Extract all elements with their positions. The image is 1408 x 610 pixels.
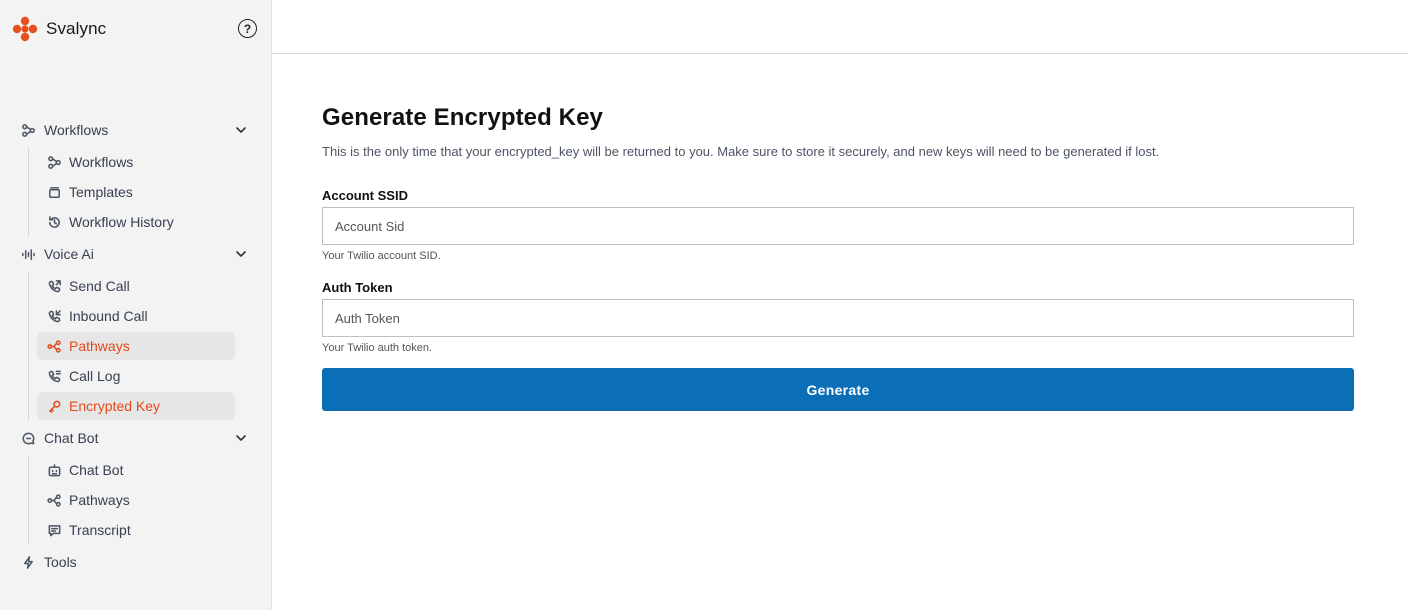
audio-wave-icon [20, 246, 36, 262]
phone-outgoing-icon [46, 278, 62, 294]
account-ssid-hint: Your Twilio account SID. [322, 250, 441, 262]
nav-group-chat-bot[interactable]: Chat Bot [0, 422, 271, 454]
phone-incoming-icon [46, 308, 62, 324]
nav-group-items-voice-ai: Send Call Inbound Call Pathways Call Log… [28, 272, 271, 420]
tools-icon [20, 554, 36, 570]
nav-group-label: Workflows [44, 122, 109, 138]
workflow-icon [46, 154, 62, 170]
nav-group-items-workflows: Workflows Templates Workflow History [28, 148, 271, 236]
pathways-icon [46, 338, 62, 354]
brand-name: Svalync [46, 19, 107, 38]
sidebar-item-send-call[interactable]: Send Call [37, 272, 235, 300]
sidebar-item-label: Call Log [69, 368, 121, 384]
phone-log-icon [46, 368, 62, 384]
sidebar-item-pathways[interactable]: Pathways [37, 332, 235, 360]
nav-group-label: Chat Bot [44, 430, 99, 446]
bot-icon [46, 462, 62, 478]
sidebar-item-label: Transcript [69, 522, 131, 538]
key-icon [46, 398, 62, 414]
page-description: This is the only time that your encrypte… [322, 144, 1160, 159]
sidebar-item-label: Send Call [69, 278, 130, 294]
sidebar-item-label: Inbound Call [69, 308, 148, 324]
sidebar-item-label: Workflow History [69, 214, 174, 230]
auth-token-input[interactable] [322, 299, 1354, 337]
sidebar-item-label: Templates [69, 184, 133, 200]
pathways-icon [46, 492, 62, 508]
account-ssid-label: Account SSID [322, 188, 408, 203]
sidebar: Svalync ? Workflows Workflows Templates … [0, 0, 272, 610]
app-root: Svalync ? Workflows Workflows Templates … [0, 0, 1408, 610]
sidebar-item-templates[interactable]: Templates [37, 178, 235, 206]
sidebar-item-label: Chat Bot [69, 462, 124, 478]
main-panel: Generate Encrypted Key This is the only … [272, 0, 1408, 610]
chevron-down-icon[interactable] [234, 247, 248, 261]
top-bar [272, 0, 1408, 54]
sidebar-item-label: Encrypted Key [69, 398, 161, 414]
sidebar-item-label: Workflows [69, 154, 134, 170]
encrypted-key-form: Generate Encrypted Key This is the only … [322, 104, 1354, 411]
sidebar-item-encrypted-key[interactable]: Encrypted Key [37, 392, 235, 420]
chevron-down-icon[interactable] [234, 123, 248, 137]
nav-group-items-chat-bot: Chat Bot Pathways Transcript [28, 456, 271, 544]
chat-bubble-icon [20, 430, 36, 446]
nav-group-voice-ai[interactable]: Voice Ai [0, 238, 271, 270]
chevron-down-icon[interactable] [234, 431, 248, 445]
nav-group-tools[interactable]: Tools [0, 546, 271, 578]
sidebar-item-label: Pathways [69, 338, 130, 354]
page-title: Generate Encrypted Key [322, 104, 603, 131]
sidebar-item-label: Pathways [69, 492, 130, 508]
nav-group-label: Voice Ai [44, 246, 94, 262]
sidebar-item-inbound-call[interactable]: Inbound Call [37, 302, 235, 330]
history-icon [46, 214, 62, 230]
template-icon [46, 184, 62, 200]
account-sid-input[interactable] [322, 207, 1354, 245]
auth-token-hint: Your Twilio auth token. [322, 342, 433, 354]
workflow-icon [20, 122, 36, 138]
sidebar-item-chat-pathways[interactable]: Pathways [37, 486, 235, 514]
sidebar-item-workflows[interactable]: Workflows [37, 148, 235, 176]
generate-button[interactable]: Generate [322, 368, 1354, 411]
nav-group-label: Tools [44, 554, 77, 570]
auth-token-label: Auth Token [322, 280, 393, 295]
transcript-icon [46, 522, 62, 538]
brand[interactable]: Svalync [12, 16, 106, 42]
nav-group-workflows[interactable]: Workflows [0, 114, 271, 146]
help-glyph: ? [243, 21, 252, 36]
sidebar-nav: Workflows Workflows Templates Workflow H… [0, 114, 271, 578]
sidebar-item-call-log[interactable]: Call Log [37, 362, 235, 390]
svalync-logo-icon [12, 16, 38, 42]
sidebar-item-chat-bot[interactable]: Chat Bot [37, 456, 235, 484]
sidebar-item-workflow-history[interactable]: Workflow History [37, 208, 235, 236]
help-icon[interactable]: ? [238, 19, 257, 38]
sidebar-item-transcript[interactable]: Transcript [37, 516, 235, 544]
